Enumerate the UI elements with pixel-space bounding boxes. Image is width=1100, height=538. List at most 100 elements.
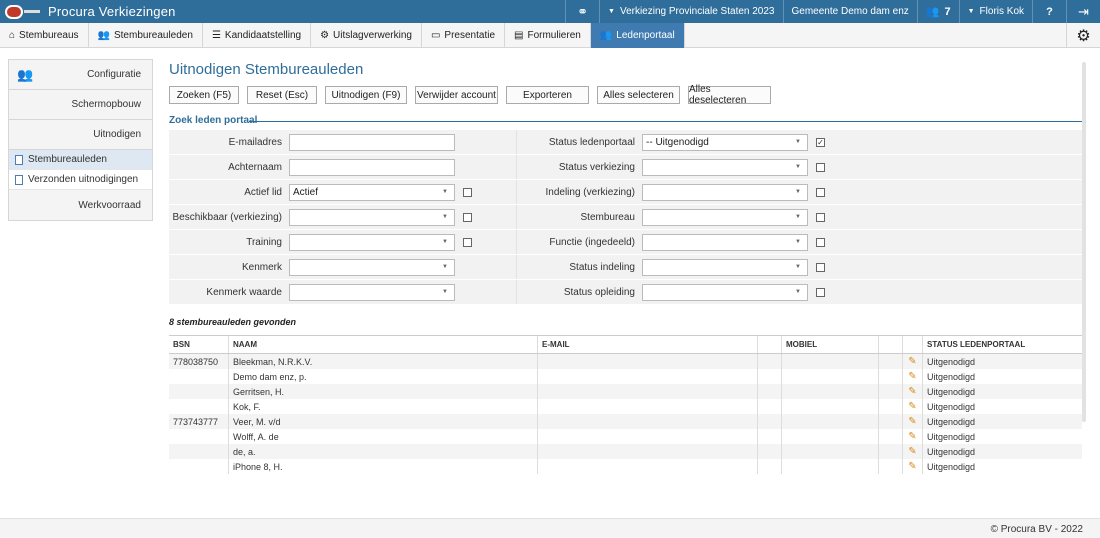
cell-bsn xyxy=(169,429,229,444)
tab-stembureaus[interactable]: ⌂ Stembureaus xyxy=(0,23,89,48)
cell-email xyxy=(538,414,758,429)
training-select[interactable]: ▼ xyxy=(289,233,455,251)
status-indeling-select[interactable]: ▼ xyxy=(642,258,808,276)
table-row[interactable]: Kok, F. ✎ Uitgenodigd xyxy=(169,399,1082,414)
select-all-button[interactable]: Alles selecteren xyxy=(597,86,680,104)
status-verkiezing-select[interactable]: ▼ xyxy=(642,158,808,176)
table-row[interactable]: de, a. ✎ Uitgenodigd xyxy=(169,444,1082,459)
delete-account-button[interactable]: Verwijder account xyxy=(415,86,498,104)
cell-status: Uitgenodigd xyxy=(927,356,976,367)
table-row[interactable]: Wolff, A. de ✎ Uitgenodigd xyxy=(169,429,1082,444)
beschikbaar-checkbox[interactable] xyxy=(463,212,472,222)
logout-icon[interactable]: ⇥ xyxy=(1066,0,1100,23)
cell-mobiel xyxy=(782,429,879,444)
tab-uitslagverwerking[interactable]: ⚙ Uitslagverwerking xyxy=(311,23,422,48)
indeling-verkiezing-select[interactable]: ▼ xyxy=(642,183,808,201)
header-status[interactable]: STATUS LEDENPORTAAL xyxy=(923,336,1082,353)
beschikbaar-select[interactable]: ▼ xyxy=(289,208,455,226)
stembureau-checkbox[interactable] xyxy=(816,212,825,222)
reset-button[interactable]: Reset (Esc) xyxy=(247,86,317,104)
sidebar-group-werkvoorraad[interactable]: Werkvoorraad xyxy=(9,190,152,220)
cell-email xyxy=(538,369,758,384)
edit-pencil-icon[interactable]: ✎ xyxy=(903,399,923,414)
tab-ledenportaal[interactable]: 👥 Ledenportaal xyxy=(590,23,685,48)
table-header: BSN NAAM E-MAIL MOBIEL STATUS LEDENPORTA… xyxy=(169,336,1082,354)
header-mobiel[interactable]: MOBIEL xyxy=(782,336,879,353)
chevron-down-icon: ▼ xyxy=(442,188,448,195)
header-bsn[interactable]: BSN xyxy=(169,336,229,353)
table-row[interactable]: 778038750 Bleekman, N.R.K.V. ✎ Uitgenodi… xyxy=(169,354,1082,369)
election-dropdown[interactable]: ▼ Verkiezing Provinciale Staten 2023 xyxy=(599,0,782,23)
user-dropdown[interactable]: ▼ Floris Kok xyxy=(958,0,1032,23)
deselect-all-button[interactable]: Alles deselecteren xyxy=(688,84,771,106)
status-verkiezing-checkbox[interactable] xyxy=(816,162,825,172)
status-ledenportaal-checkbox[interactable]: ✓ xyxy=(816,137,825,147)
actief-lid-select[interactable]: Actief ▼ xyxy=(289,183,455,201)
members-counter[interactable]: 👥 7 xyxy=(916,0,959,23)
group-icon: 👥 xyxy=(17,66,34,82)
functie-select[interactable]: ▼ xyxy=(642,233,808,251)
sidebar-group-schermopbouw[interactable]: Schermopbouw xyxy=(9,90,152,120)
kenmerk-waarde-select[interactable]: ▼ xyxy=(289,283,455,301)
email-field[interactable] xyxy=(289,133,455,151)
status-opleiding-checkbox[interactable] xyxy=(816,287,825,297)
page-scrollbar[interactable] xyxy=(1082,62,1086,422)
compare-icon[interactable]: ⚭ xyxy=(565,0,599,23)
cell-naam: Demo dam enz, p. xyxy=(229,369,538,384)
status-indeling-checkbox[interactable] xyxy=(816,262,825,272)
kenmerk-waarde-label: Kenmerk waarde xyxy=(206,286,282,298)
indeling-verkiezing-label: Indeling (verkiezing) xyxy=(545,186,636,198)
table-row[interactable]: iPhone 8, H. ✎ Uitgenodigd xyxy=(169,459,1082,474)
sidebar-group-configuratie[interactable]: 👥 Configuratie xyxy=(9,60,152,90)
functie-label: Functie (ingedeeld) xyxy=(549,236,635,248)
toolbar: Zoeken (F5) Reset (Esc) Uitnodigen (F9) … xyxy=(169,84,779,106)
header-blank xyxy=(758,336,782,353)
status-opleiding-label: Status opleiding xyxy=(563,286,635,298)
edit-pencil-icon[interactable]: ✎ xyxy=(903,384,923,399)
cell-email xyxy=(538,444,758,459)
cell-mobiel xyxy=(782,399,879,414)
edit-pencil-icon[interactable]: ✎ xyxy=(903,414,923,429)
table-row[interactable]: Gerritsen, H. ✎ Uitgenodigd xyxy=(169,384,1082,399)
status-opleiding-select[interactable]: ▼ xyxy=(642,283,808,301)
tab-stembureauleden[interactable]: 👥 Stembureauleden xyxy=(89,23,203,48)
sidebar-group-uitnodigen[interactable]: Uitnodigen xyxy=(9,120,152,150)
export-button[interactable]: Exporteren xyxy=(506,86,589,104)
sidebar-item-stembureauleden[interactable]: Stembureauleden xyxy=(9,150,152,170)
stembureau-select[interactable]: ▼ xyxy=(642,208,808,226)
municipality-label[interactable]: Gemeente Demo dam enz xyxy=(782,0,917,23)
cell-email xyxy=(538,384,758,399)
help-button[interactable]: ? xyxy=(1032,0,1066,23)
edit-pencil-icon[interactable]: ✎ xyxy=(903,354,923,369)
edit-pencil-icon[interactable]: ✎ xyxy=(903,459,923,474)
table-row[interactable]: 773743777 Veer, M. v/d ✎ Uitgenodigd xyxy=(169,414,1082,429)
tab-presentatie[interactable]: ▭ Presentatie xyxy=(422,23,506,48)
status-ledenportaal-select[interactable]: -- Uitgenodigd ▼ xyxy=(642,133,808,151)
table-row[interactable]: Demo dam enz, p. ✎ Uitgenodigd xyxy=(169,369,1082,384)
cell-naam: de, a. xyxy=(229,444,538,459)
settings-gear-icon[interactable]: ⚙ xyxy=(1066,23,1100,48)
header-email[interactable]: E-MAIL xyxy=(538,336,758,353)
invite-button[interactable]: Uitnodigen (F9) xyxy=(325,86,407,104)
achternaam-field[interactable] xyxy=(289,158,455,176)
people-icon: 👥 xyxy=(97,30,110,41)
functie-checkbox[interactable] xyxy=(816,237,825,247)
search-button[interactable]: Zoeken (F5) xyxy=(169,86,239,104)
edit-pencil-icon[interactable]: ✎ xyxy=(903,429,923,444)
email-label: E-mailadres xyxy=(228,136,282,148)
training-checkbox[interactable] xyxy=(463,237,472,247)
cell-naam: Veer, M. v/d xyxy=(229,414,538,429)
cell-naam: Bleekman, N.R.K.V. xyxy=(229,354,538,369)
actief-lid-checkbox[interactable] xyxy=(463,187,472,197)
indeling-verkiezing-checkbox[interactable] xyxy=(816,187,825,197)
cell-mobiel xyxy=(782,414,879,429)
sidebar-item-verzonden-uitnodigingen[interactable]: Verzonden uitnodigingen xyxy=(9,170,152,190)
kenmerk-select[interactable]: ▼ xyxy=(289,258,455,276)
edit-pencil-icon[interactable]: ✎ xyxy=(903,369,923,384)
header-naam[interactable]: NAAM xyxy=(229,336,538,353)
tab-kandidaatstelling[interactable]: ☰ Kandidaatstelling xyxy=(203,23,312,48)
users-icon: 👥 xyxy=(925,6,940,18)
tab-formulieren[interactable]: ▤ Formulieren xyxy=(505,23,591,48)
chevron-down-icon: ▼ xyxy=(442,263,448,270)
edit-pencil-icon[interactable]: ✎ xyxy=(903,444,923,459)
